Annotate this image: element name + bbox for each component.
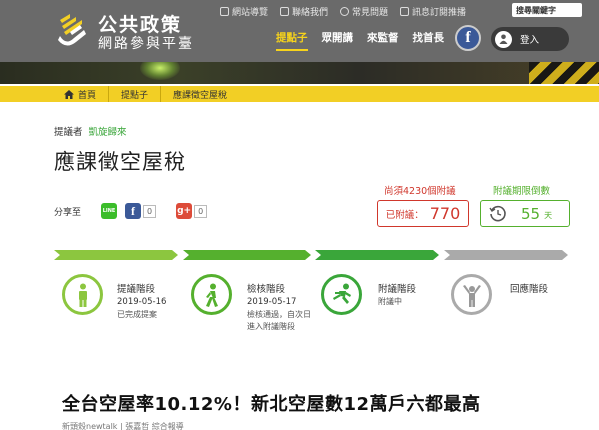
- site-subtitle[interactable]: 網路參與平臺: [98, 33, 194, 53]
- stage-propose-text: 提議階段 2019-05-16 已完成提案: [117, 283, 166, 321]
- nav-discuss[interactable]: 眾開講: [322, 30, 354, 49]
- proposer-name[interactable]: 凱旋歸來: [89, 124, 127, 138]
- stage-propose-circle: [62, 274, 103, 315]
- hero-banner: [0, 62, 599, 84]
- google-share-count: 0: [194, 204, 208, 218]
- stage-bar-response: [444, 250, 568, 260]
- contact-link[interactable]: 聯絡我們: [280, 4, 328, 18]
- main-nav: 提點子 眾開講 來監督 找首長: [276, 30, 445, 51]
- person-arms-up-icon: [462, 284, 481, 307]
- signatures-needed-label: 尚須4230個附議: [384, 186, 456, 197]
- subscribe-label: 訊息訂閱推播: [412, 7, 467, 18]
- faq-link[interactable]: 常見問題: [340, 4, 388, 18]
- person-walking-icon: [205, 283, 218, 307]
- home-icon: [64, 89, 74, 99]
- subscribe-link[interactable]: 訊息訂閱推播: [400, 4, 466, 18]
- stage-response-text: 回應階段: [510, 283, 548, 296]
- days-unit: 天: [544, 211, 553, 220]
- deadline-label: 附議期限倒數: [493, 186, 551, 197]
- logo-icon[interactable]: [56, 12, 90, 48]
- nav-officials[interactable]: 找首長: [413, 30, 445, 49]
- article-title[interactable]: 全台空屋率10.12%！新北空屋數12萬戶六都最高: [62, 390, 481, 416]
- breadcrumb-propose[interactable]: 提點子: [109, 86, 162, 102]
- breadcrumb-home-label: 首頁: [78, 90, 97, 101]
- stage-sign-status: 附議中: [378, 297, 402, 306]
- share-google-button[interactable]: g+ 0: [176, 203, 208, 219]
- proposer-label: 提議者: [54, 127, 83, 138]
- stage-propose-name: 提議階段: [117, 284, 156, 295]
- days-remaining-value: 55: [521, 204, 541, 223]
- login-label: 登入: [520, 35, 540, 46]
- nav-propose[interactable]: 提點子: [276, 30, 308, 51]
- stage-sign-name: 附議階段: [378, 284, 417, 295]
- signature-count-value: 770: [429, 204, 461, 223]
- contact-label: 聯絡我們: [292, 7, 329, 18]
- stage-sign-circle: [321, 274, 362, 315]
- share-line-button[interactable]: LINE: [101, 203, 118, 219]
- stage-bar-sign: [315, 250, 439, 260]
- user-icon: [495, 30, 512, 48]
- facebook-share-icon: f: [125, 203, 142, 219]
- person-running-icon: [332, 283, 351, 304]
- article-source: 新頭殼newtalk | 張嘉哲 綜合報導: [62, 422, 184, 430]
- google-plus-icon: g+: [176, 203, 193, 219]
- stage-propose-status: 已完成提案: [117, 310, 157, 319]
- stage-propose-date: 2019-05-16: [117, 297, 167, 307]
- facebook-share-count: 0: [143, 204, 157, 218]
- signature-count-label: 已附議：: [385, 209, 424, 221]
- login-button[interactable]: 登入: [491, 27, 569, 51]
- banner-stripes: [529, 62, 599, 84]
- subscribe-icon: [400, 6, 410, 16]
- share-label: 分享至: [54, 207, 82, 218]
- search-input[interactable]: 搜尋關鍵字: [512, 3, 582, 17]
- share-row: 分享至 LINE f 0 g+ 0: [54, 203, 208, 219]
- question-icon: [340, 6, 350, 16]
- facebook-icon[interactable]: f: [455, 25, 481, 51]
- breadcrumb: 首頁 提點子 應課徵空屋稅: [0, 86, 599, 102]
- sitemap-label: 網站導覽: [232, 7, 269, 18]
- mail-icon: [280, 6, 290, 16]
- bulb-glow: [140, 62, 180, 80]
- sitemap-link[interactable]: 網站導覽: [220, 4, 268, 18]
- stage-bar-review: [183, 250, 311, 260]
- clock-icon: [489, 205, 506, 221]
- page-title: 應課徵空屋稅: [54, 150, 186, 174]
- stage-sign-text: 附議階段 附議中: [378, 283, 416, 308]
- stage-bar-propose: [54, 250, 178, 260]
- utility-links: 網站導覽 聯絡我們 常見問題 訊息訂閱推播: [220, 4, 466, 18]
- sitemap-icon: [220, 6, 229, 16]
- stage-review-text: 檢核階段 2019-05-17 檢核通過，自次日進入附議階段: [247, 283, 311, 333]
- faq-label: 常見問題: [352, 7, 389, 18]
- site-header: 公共政策 網路參與平臺 網站導覽 聯絡我們 常見問題 訊息訂閱推播 搜尋關鍵字 …: [0, 0, 599, 62]
- nav-monitor[interactable]: 來監督: [367, 30, 399, 49]
- share-facebook-button[interactable]: f 0: [125, 203, 157, 219]
- person-standing-icon: [78, 283, 87, 307]
- stage-review-date: 2019-05-17: [247, 297, 297, 307]
- line-icon: LINE: [101, 203, 118, 219]
- stage-response-circle: [451, 274, 492, 315]
- breadcrumb-home[interactable]: 首頁: [52, 86, 110, 102]
- days-remaining-box: 55 天: [480, 200, 570, 227]
- proposer-row: 提議者 凱旋歸來: [54, 124, 127, 138]
- stage-review-circle: [191, 274, 232, 315]
- stage-review-name: 檢核階段: [247, 284, 286, 295]
- stage-response-name: 回應階段: [510, 284, 549, 295]
- breadcrumb-current: 應課徵空屋稅: [173, 90, 228, 101]
- stage-review-status: 檢核通過，自次日進入附議階段: [247, 310, 311, 331]
- signature-count-box: 已附議： 770: [377, 200, 469, 227]
